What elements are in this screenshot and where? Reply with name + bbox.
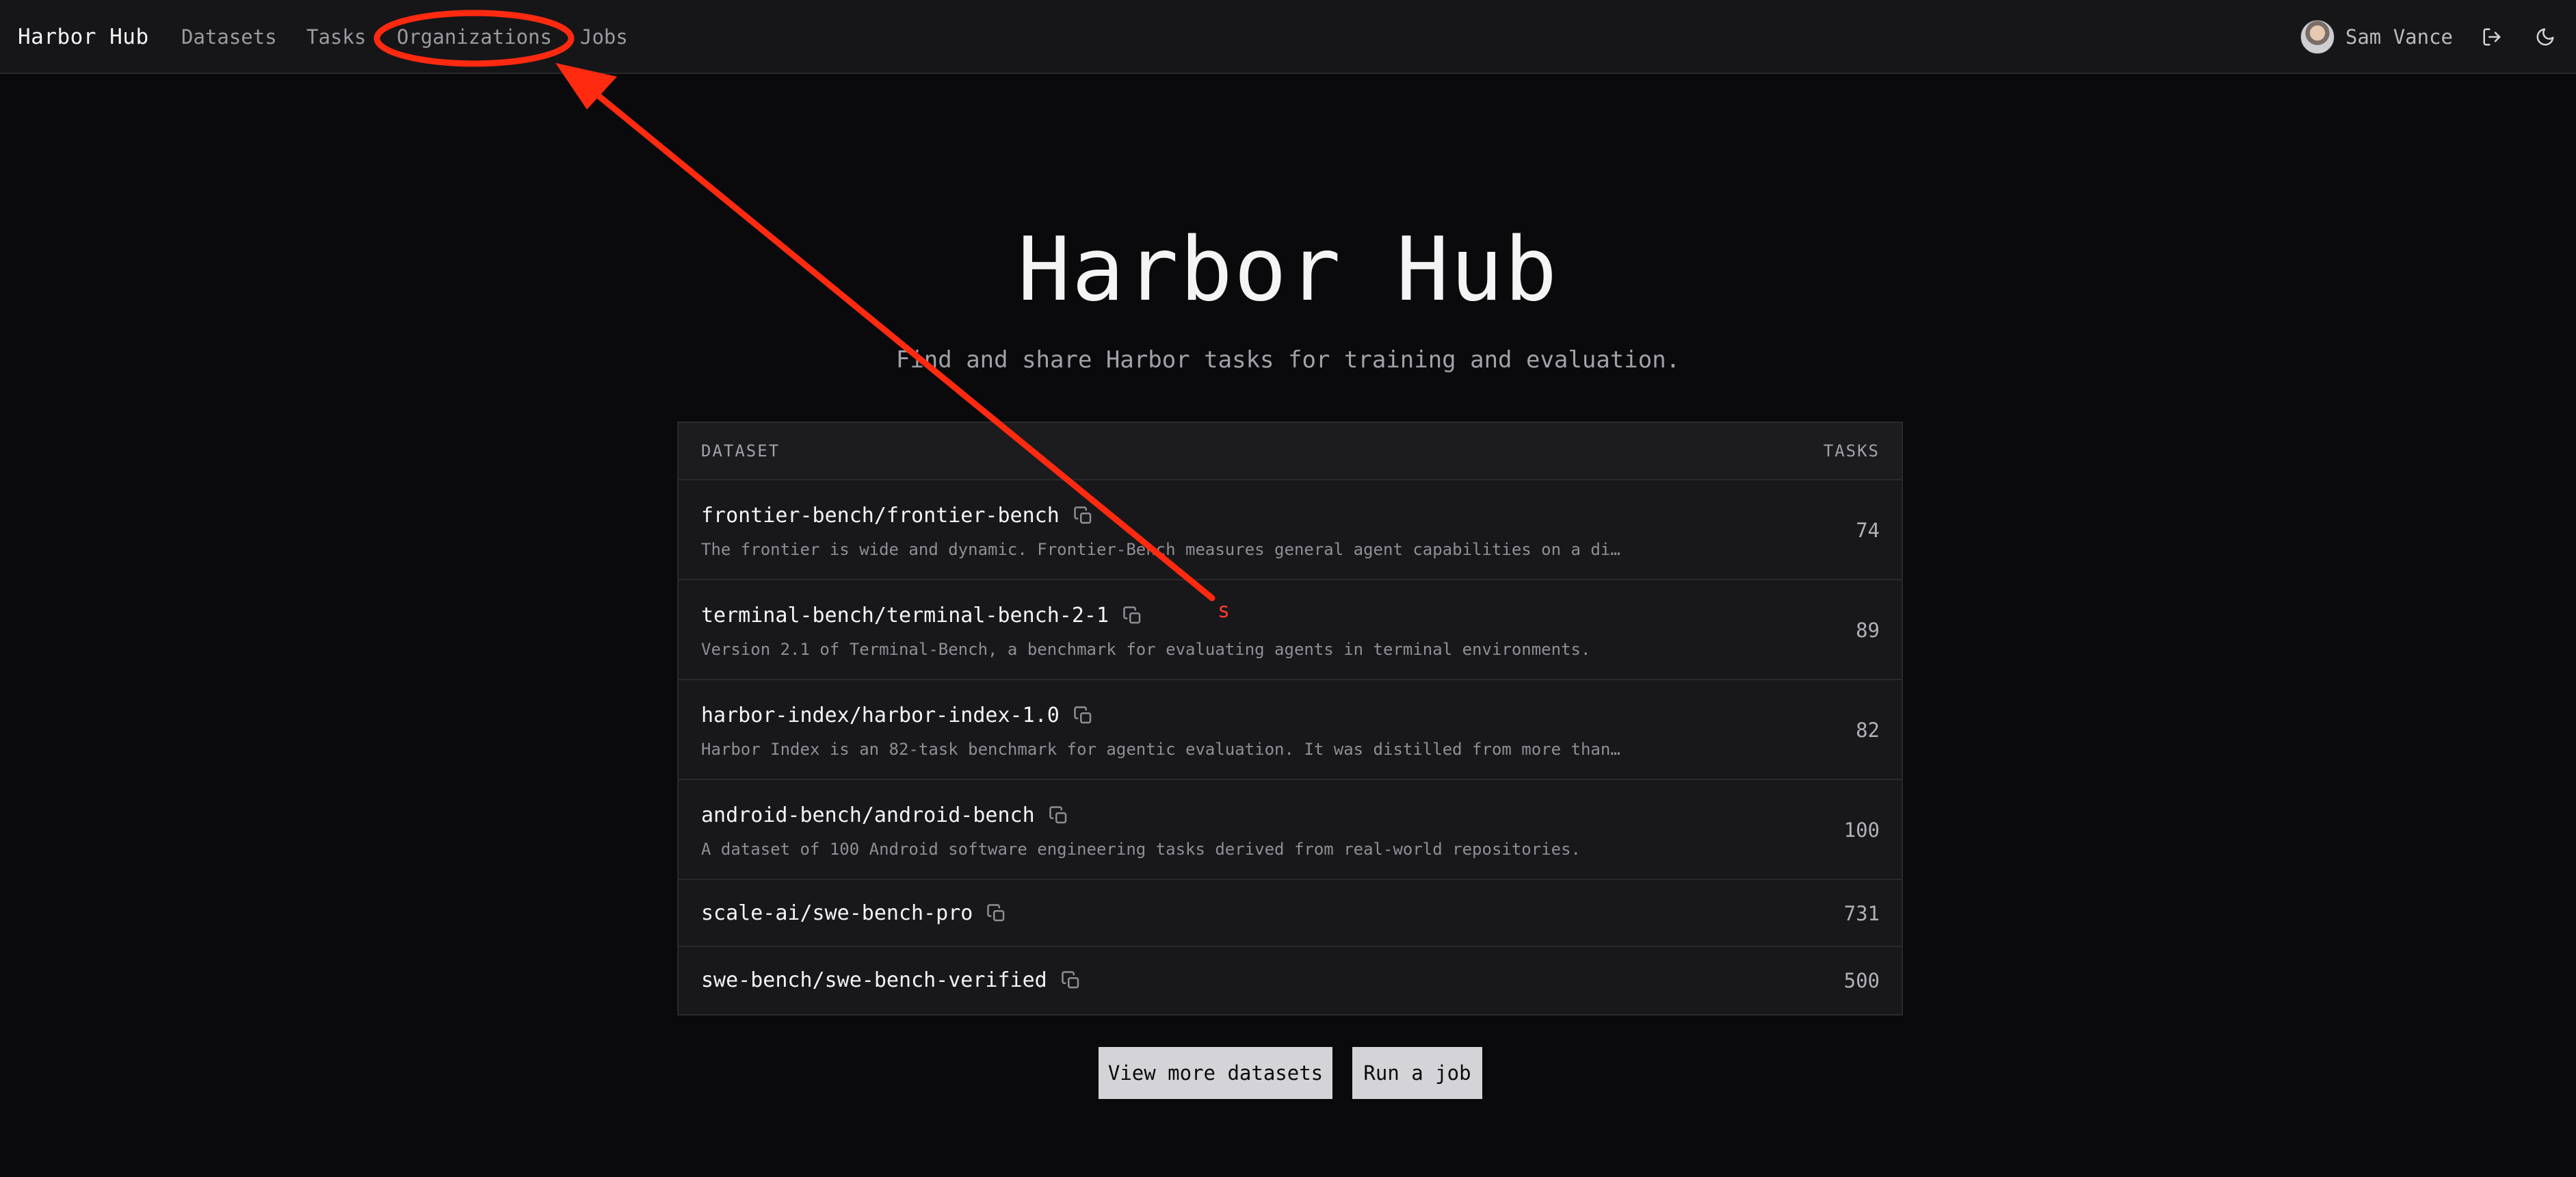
annotation-mark: s <box>1218 599 1231 623</box>
table-row[interactable]: android-bench/android-bench A dataset of… <box>679 780 1902 880</box>
table-row[interactable]: scale-ai/swe-bench-pro 731 <box>679 880 1902 947</box>
column-header-dataset: DATASET <box>701 441 780 461</box>
page-subtitle: Find and share Harbor tasks for training… <box>895 346 1681 374</box>
avatar <box>2300 20 2335 54</box>
task-count: 100 <box>1843 818 1880 842</box>
user-menu[interactable]: Sam Vance <box>2300 20 2453 54</box>
dataset-name[interactable]: android-bench/android-bench <box>701 803 1035 827</box>
task-count: 89 <box>1856 619 1880 642</box>
brand-logo[interactable]: Harbor Hub <box>18 0 149 74</box>
page: Harbor Hub Datasets Tasks Organizations … <box>0 0 2576 1177</box>
dataset-name[interactable]: swe-bench/swe-bench-verified <box>701 968 1047 992</box>
task-count: 500 <box>1843 969 1880 992</box>
page-title: Harbor Hub <box>1017 219 1559 321</box>
dataset-name[interactable]: terminal-bench/terminal-bench-2-1 <box>701 604 1109 628</box>
dataset-description: Version 2.1 of Terminal-Bench, a benchma… <box>701 640 1591 659</box>
nav-jobs-link[interactable]: Jobs <box>580 0 628 74</box>
task-count: 731 <box>1843 902 1880 925</box>
table-row[interactable]: swe-bench/swe-bench-verified 500 <box>679 947 1902 1014</box>
dataset-description: Harbor Index is an 82-task benchmark for… <box>701 740 1620 759</box>
logout-icon <box>2483 28 2501 46</box>
dataset-name[interactable]: frontier-bench/frontier-bench <box>701 504 1060 528</box>
nav-organizations-link[interactable]: Organizations <box>397 0 552 74</box>
copy-icon[interactable] <box>1061 970 1081 991</box>
theme-toggle-button[interactable] <box>2529 21 2561 53</box>
logout-button[interactable] <box>2476 21 2508 53</box>
task-count: 74 <box>1856 519 1880 542</box>
task-count: 82 <box>1856 719 1880 742</box>
dataset-name[interactable]: harbor-index/harbor-index-1.0 <box>701 703 1060 727</box>
copy-icon[interactable] <box>986 903 1007 924</box>
copy-icon[interactable] <box>1073 706 1094 726</box>
table-row[interactable]: terminal-bench/terminal-bench-2-1 Versio… <box>679 580 1902 680</box>
nav-datasets-link[interactable]: Datasets <box>181 0 277 74</box>
table-header: DATASET TASKS <box>679 423 1902 480</box>
user-name: Sam Vance <box>2345 25 2453 49</box>
nav-tasks-link[interactable]: Tasks <box>306 0 366 74</box>
copy-icon[interactable] <box>1049 805 1069 826</box>
datasets-table: DATASET TASKS frontier-bench/frontier-be… <box>677 422 1903 1016</box>
table-row[interactable]: harbor-index/harbor-index-1.0 Harbor Ind… <box>679 680 1902 780</box>
dataset-description: A dataset of 100 Android software engine… <box>701 840 1581 859</box>
copy-icon[interactable] <box>1122 606 1143 626</box>
run-job-button[interactable]: Run a job <box>1352 1047 1482 1099</box>
moon-icon <box>2536 28 2554 46</box>
column-header-tasks: TASKS <box>1823 441 1880 461</box>
top-nav: Harbor Hub Datasets Tasks Organizations … <box>0 0 2576 74</box>
view-more-datasets-button[interactable]: View more datasets <box>1099 1047 1332 1099</box>
dataset-name[interactable]: scale-ai/swe-bench-pro <box>701 901 973 925</box>
table-row[interactable]: frontier-bench/frontier-bench The fronti… <box>679 480 1902 580</box>
dataset-description: The frontier is wide and dynamic. Fronti… <box>701 540 1620 559</box>
copy-icon[interactable] <box>1073 506 1094 526</box>
